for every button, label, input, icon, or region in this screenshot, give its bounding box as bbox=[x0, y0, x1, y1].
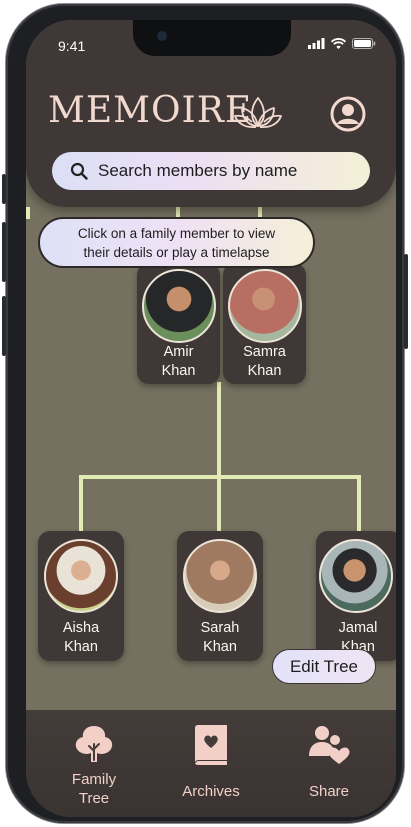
bottom-tab-bar: Family Tree Archives Share bbox=[26, 710, 396, 817]
profile-icon bbox=[330, 96, 366, 132]
member-card-samra[interactable]: Samra Khan bbox=[223, 263, 306, 384]
app-screen: 9:41 MEMOIRE Search members by name Clic… bbox=[26, 20, 396, 817]
lotus-icon bbox=[234, 97, 282, 129]
power-button bbox=[404, 254, 408, 349]
member-avatar bbox=[44, 539, 118, 613]
tree-line bbox=[79, 475, 83, 533]
member-avatar bbox=[183, 539, 257, 613]
member-name: Amir Khan bbox=[161, 344, 196, 379]
member-card-amir[interactable]: Amir Khan bbox=[137, 263, 220, 384]
search-input[interactable]: Search members by name bbox=[52, 152, 370, 190]
member-card-jamal[interactable]: Jamal Khan bbox=[316, 531, 396, 661]
member-name: Sarah Khan bbox=[200, 620, 240, 655]
signal-icon bbox=[308, 38, 325, 49]
battery-icon bbox=[352, 38, 376, 49]
member-avatar bbox=[319, 539, 393, 613]
phone-frame: 9:41 MEMOIRE Search members by name Clic… bbox=[2, 4, 408, 823]
member-name: Aisha Khan bbox=[62, 620, 100, 655]
edit-tree-button[interactable]: Edit Tree bbox=[272, 649, 376, 684]
app-logo: MEMOIRE bbox=[48, 90, 253, 131]
tree-line bbox=[357, 475, 361, 533]
volume-down-button bbox=[2, 296, 6, 356]
profile-button[interactable] bbox=[330, 96, 366, 137]
tree-line bbox=[26, 207, 30, 219]
tree-line bbox=[217, 475, 221, 533]
volume-up-button bbox=[2, 222, 6, 282]
member-card-sarah[interactable]: Sarah Khan bbox=[177, 531, 263, 661]
share-people-icon bbox=[309, 726, 350, 764]
tab-label: Share bbox=[308, 783, 350, 800]
tooltip-line-2: their details or play a timelapse bbox=[83, 245, 270, 260]
member-avatar bbox=[227, 269, 302, 343]
tooltip-line-1: Click on a family member to view bbox=[77, 226, 276, 241]
member-card-aisha[interactable]: Aisha Khan bbox=[38, 531, 124, 661]
tab-family-tree[interactable]: Family Tree bbox=[58, 724, 130, 808]
notch bbox=[133, 20, 291, 56]
tree-line bbox=[217, 382, 221, 478]
tab-share[interactable]: Share bbox=[298, 724, 360, 801]
tooltip-hint: Click on a family member to view their d… bbox=[38, 217, 315, 268]
wifi-icon bbox=[331, 38, 346, 49]
search-placeholder: Search members by name bbox=[98, 161, 298, 180]
tree-icon bbox=[75, 726, 113, 762]
tab-label: Archives bbox=[182, 783, 240, 800]
member-name: Samra Khan bbox=[243, 344, 286, 379]
mute-switch bbox=[2, 174, 6, 204]
tab-archives[interactable]: Archives bbox=[172, 724, 250, 801]
tab-label: Family Tree bbox=[71, 771, 117, 807]
book-icon bbox=[195, 725, 227, 765]
status-time: 9:41 bbox=[58, 38, 86, 54]
member-avatar bbox=[141, 269, 216, 343]
search-icon bbox=[70, 162, 88, 180]
